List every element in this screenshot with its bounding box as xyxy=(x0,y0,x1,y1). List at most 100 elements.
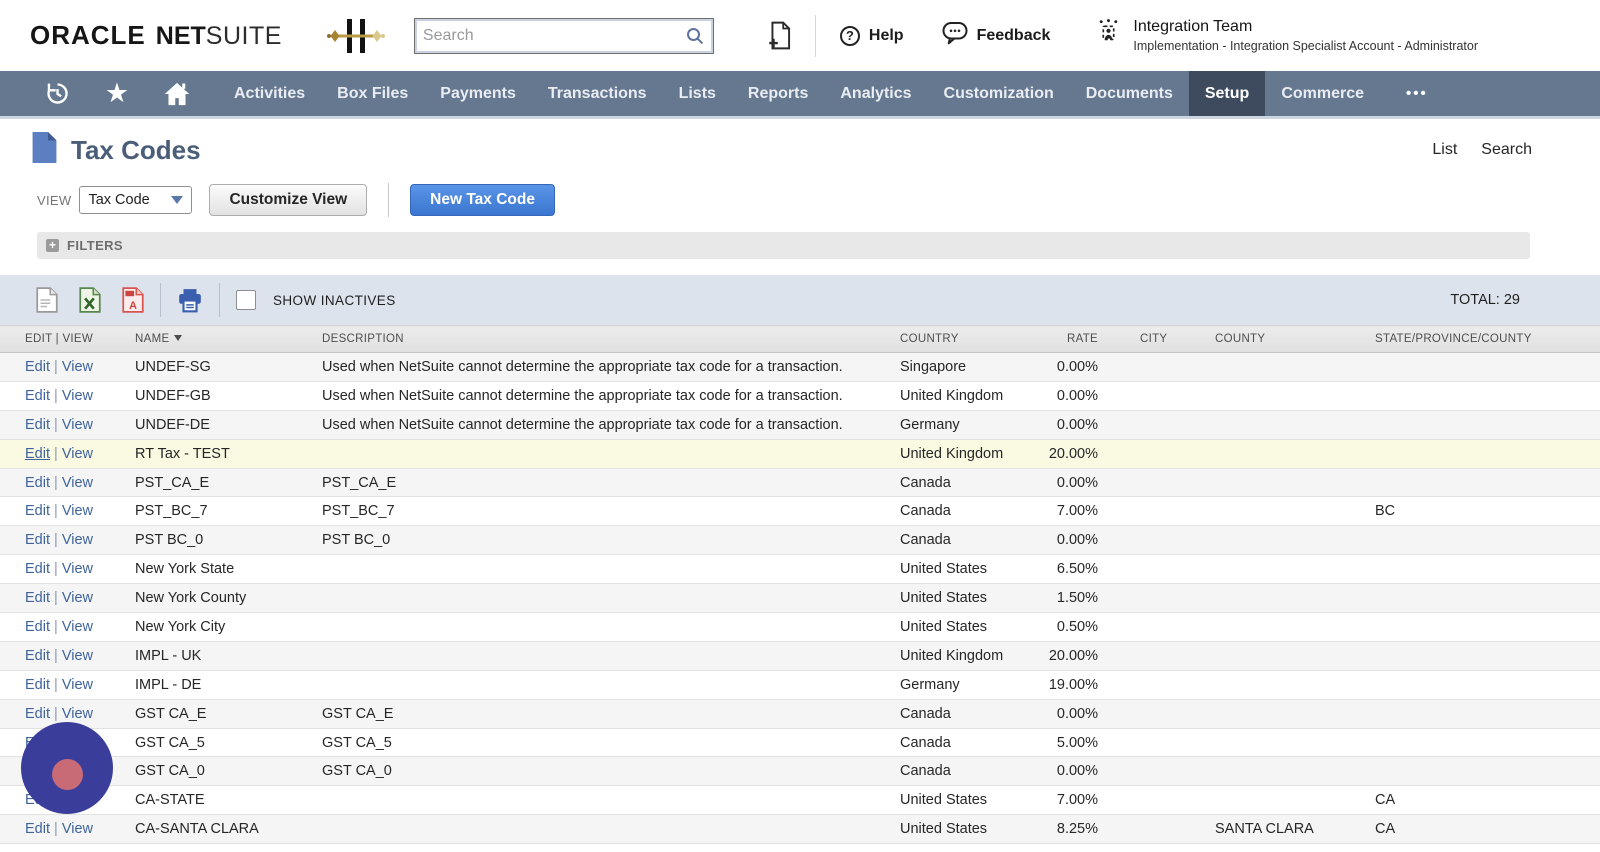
nav-item-commerce[interactable]: Commerce xyxy=(1265,71,1380,116)
edit-link[interactable]: Edit xyxy=(25,561,50,577)
table-row: Edit | ViewGST CA_EGST CA_ECanada0.00% xyxy=(0,699,1600,728)
filters-bar[interactable]: + FILTERS xyxy=(37,232,1530,259)
edit-link[interactable]: Edit xyxy=(25,446,50,462)
user-role-block[interactable]: Integration Team Implementation - Integr… xyxy=(1096,18,1478,53)
cell-country: Germany xyxy=(900,410,1035,439)
view-dropdown-value: Tax Code xyxy=(88,192,149,208)
cell-desc xyxy=(322,613,900,642)
view-link[interactable]: View xyxy=(62,475,93,491)
cell-city xyxy=(1110,410,1215,439)
title-row: Tax Codes List Search xyxy=(0,119,1600,168)
home-icon[interactable] xyxy=(160,80,194,108)
nav-item-reports[interactable]: Reports xyxy=(732,71,824,116)
view-link[interactable]: View xyxy=(62,648,93,664)
help-button[interactable]: ? Help xyxy=(840,26,904,46)
cell-state: CA xyxy=(1375,786,1600,815)
cell-country: Germany xyxy=(900,670,1035,699)
edit-link[interactable]: Edit xyxy=(25,532,50,548)
view-link[interactable]: View xyxy=(62,677,93,693)
cell-county xyxy=(1215,728,1375,757)
view-link[interactable]: View xyxy=(62,417,93,433)
view-link[interactable]: View xyxy=(62,619,93,635)
nav-more-button[interactable]: ••• xyxy=(1380,71,1454,116)
cell-name: GST CA_5 xyxy=(135,728,322,757)
link-separator: | xyxy=(50,503,62,519)
main-nav: ★ ActivitiesBox FilesPaymentsTransaction… xyxy=(0,71,1600,119)
cell-rate: 0.00% xyxy=(1035,410,1110,439)
nav-item-transactions[interactable]: Transactions xyxy=(532,71,663,116)
title-links: List Search xyxy=(1432,141,1532,159)
view-link[interactable]: View xyxy=(62,359,93,375)
feedback-button[interactable]: Feedback xyxy=(942,21,1051,50)
table-row: Edit | ViewUNDEF-SGUsed when NetSuite ca… xyxy=(0,353,1600,382)
column-header-county[interactable]: COUNTY xyxy=(1215,326,1375,353)
recent-records-icon[interactable] xyxy=(40,80,74,107)
table-row: Edit | ViewNew York StateUnited States6.… xyxy=(0,555,1600,584)
cell-desc: GST CA_5 xyxy=(322,728,900,757)
search-link[interactable]: Search xyxy=(1481,141,1532,159)
nav-item-activities[interactable]: Activities xyxy=(218,71,321,116)
print-icon[interactable] xyxy=(177,288,203,313)
new-tax-code-button[interactable]: New Tax Code xyxy=(410,184,555,216)
nav-item-documents[interactable]: Documents xyxy=(1070,71,1189,116)
edit-link[interactable]: Edit xyxy=(25,388,50,404)
cell-county xyxy=(1215,468,1375,497)
cell-name: CA-SANTA CLARA xyxy=(135,815,322,844)
edit-link[interactable]: Edit xyxy=(25,619,50,635)
show-inactives-checkbox[interactable] xyxy=(236,290,256,310)
role-icon xyxy=(1096,18,1121,48)
edit-link[interactable]: Edit xyxy=(25,706,50,722)
cell-rate: 19.00% xyxy=(1035,670,1110,699)
view-dropdown[interactable]: Tax Code xyxy=(79,186,192,214)
search-input[interactable] xyxy=(414,18,714,54)
edit-link[interactable]: Edit xyxy=(25,503,50,519)
view-link[interactable]: View xyxy=(62,561,93,577)
column-header-state[interactable]: STATE/PROVINCE/COUNTY xyxy=(1375,326,1600,353)
cell-city xyxy=(1110,439,1215,468)
cell-county xyxy=(1215,526,1375,555)
view-link[interactable]: View xyxy=(62,388,93,404)
export-csv-icon[interactable] xyxy=(36,287,58,313)
edit-link[interactable]: Edit xyxy=(25,475,50,491)
create-new-icon[interactable] xyxy=(768,21,793,50)
view-link[interactable]: View xyxy=(62,503,93,519)
cell-county xyxy=(1215,613,1375,642)
export-excel-icon[interactable] xyxy=(79,287,101,313)
cell-city xyxy=(1110,641,1215,670)
sort-desc-icon xyxy=(174,335,182,341)
shortcuts-star-icon[interactable]: ★ xyxy=(100,80,134,107)
nav-item-box-files[interactable]: Box Files xyxy=(321,71,424,116)
nav-item-analytics[interactable]: Analytics xyxy=(824,71,927,116)
view-link[interactable]: View xyxy=(62,590,93,606)
view-link[interactable]: View xyxy=(62,821,93,837)
link-separator: | xyxy=(50,446,62,462)
nav-item-setup[interactable]: Setup xyxy=(1189,71,1265,116)
column-header-city[interactable]: CITY xyxy=(1110,326,1215,353)
cell-name: IMPL - UK xyxy=(135,641,322,670)
edit-link[interactable]: Edit xyxy=(25,821,50,837)
list-link[interactable]: List xyxy=(1432,141,1457,159)
edit-link[interactable]: Edit xyxy=(25,648,50,664)
edit-link[interactable]: Edit xyxy=(25,590,50,606)
cell-desc xyxy=(322,786,900,815)
column-header-description[interactable]: DESCRIPTION xyxy=(322,326,900,353)
customize-view-button[interactable]: Customize View xyxy=(209,184,367,216)
view-link[interactable]: View xyxy=(62,532,93,548)
edit-link[interactable]: Edit xyxy=(25,359,50,375)
nav-item-customization[interactable]: Customization xyxy=(928,71,1070,116)
column-header-name[interactable]: NAME xyxy=(135,326,322,353)
column-header-rate[interactable]: RATE xyxy=(1035,326,1110,353)
edit-link[interactable]: Edit xyxy=(25,677,50,693)
view-link[interactable]: View xyxy=(62,446,93,462)
column-header-country[interactable]: COUNTRY xyxy=(900,326,1035,353)
search-icon[interactable] xyxy=(685,26,705,51)
list-toolbar: A SHOW INACTIVES TOTAL: 29 xyxy=(0,275,1600,325)
nav-item-lists[interactable]: Lists xyxy=(663,71,732,116)
user-info: Integration Team Implementation - Integr… xyxy=(1133,18,1478,53)
cell-state xyxy=(1375,584,1600,613)
edit-link[interactable]: Edit xyxy=(25,417,50,433)
view-link[interactable]: View xyxy=(62,706,93,722)
export-pdf-icon[interactable]: A xyxy=(122,287,144,313)
column-header-edit-view[interactable]: EDIT | VIEW xyxy=(0,326,135,353)
nav-item-payments[interactable]: Payments xyxy=(424,71,532,116)
